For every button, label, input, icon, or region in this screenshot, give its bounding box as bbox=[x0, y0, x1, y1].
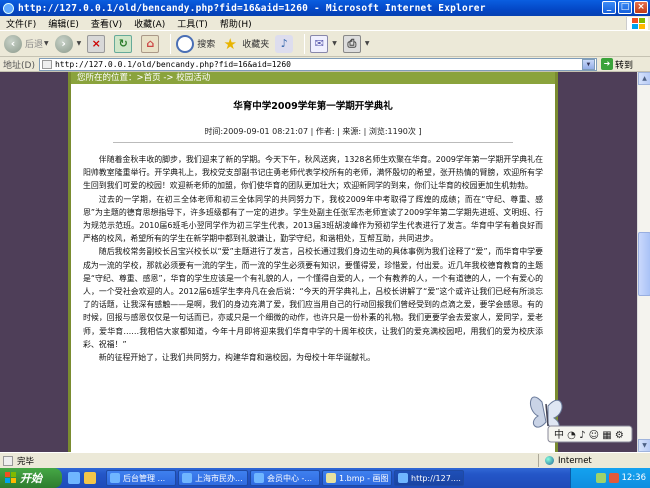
vertical-scrollbar[interactable]: ▲ ▼ bbox=[637, 72, 650, 452]
minimize-button[interactable]: _ bbox=[602, 1, 616, 14]
close-button[interactable]: × bbox=[634, 1, 648, 14]
back-arrow-icon: ‹ bbox=[4, 34, 22, 53]
breadcrumb: 您所在的位置：>首页 -> 校园活动 bbox=[71, 72, 555, 84]
task-paint[interactable]: 1.bmp - 画图 bbox=[322, 470, 392, 486]
forward-button[interactable]: › ▼ bbox=[54, 33, 82, 55]
windows-flag-icon bbox=[626, 17, 648, 30]
media-icon: ♪ bbox=[275, 34, 294, 53]
menu-bar: 文件(F) 编辑(E) 查看(V) 收藏(A) 工具(T) 帮助(H) bbox=[0, 16, 650, 31]
search-button[interactable]: 搜索 bbox=[176, 33, 215, 55]
page-icon bbox=[41, 59, 52, 69]
article-body: 伴随着金秋丰收的脚步，我们迎来了新的学期。今天下午，秋风送爽，1328名师生欢聚… bbox=[83, 153, 543, 364]
print-dropdown-icon[interactable]: ▼ bbox=[365, 40, 370, 47]
search-icon bbox=[176, 34, 195, 53]
article-paragraph: 伴随着金秋丰收的脚步，我们迎来了新的学期。今天下午，秋风送爽，1328名师生欢聚… bbox=[83, 155, 543, 191]
taskbar: 开始 后台管理 ... 上海市民办... 会员中心 -... 1.bmp - 画… bbox=[0, 468, 650, 488]
menu-view[interactable]: 查看(V) bbox=[85, 17, 128, 30]
globe-icon bbox=[545, 456, 554, 465]
quick-launch bbox=[68, 472, 100, 484]
scroll-up-icon[interactable]: ▲ bbox=[638, 72, 650, 85]
content-column: 您所在的位置：>首页 -> 校园活动 华育中学2009学年第一学期开学典礼 时间… bbox=[68, 72, 558, 452]
print-button[interactable]: ⎙ ▼ bbox=[342, 33, 370, 55]
task-list: 后台管理 ... 上海市民办... 会员中心 -... 1.bmp - 画图 h… bbox=[106, 470, 466, 486]
menu-tools[interactable]: 工具(T) bbox=[171, 17, 214, 30]
go-button[interactable]: ➜ 转到 bbox=[600, 58, 633, 71]
printer-icon: ⎙ bbox=[342, 34, 361, 53]
article-paragraph: 过去的一学期，在初三全体老师和初三全体同学的共同努力下，我校2009年中考取得了… bbox=[83, 194, 543, 244]
svg-text:中 ◔ ♪ ☺ ▦ ⚙: 中 ◔ ♪ ☺ ▦ ⚙ bbox=[554, 428, 624, 441]
stop-button[interactable]: × bbox=[87, 33, 108, 55]
forward-arrow-icon: › bbox=[54, 34, 73, 53]
clock: 12:36 bbox=[621, 473, 647, 483]
home-button[interactable]: ⌂ bbox=[141, 33, 162, 55]
ie-icon bbox=[110, 473, 120, 483]
status-bar: 完毕 Internet bbox=[0, 452, 650, 468]
page-viewport: 您所在的位置：>首页 -> 校园活动 华育中学2009学年第一学期开学典礼 时间… bbox=[0, 72, 650, 452]
start-button[interactable]: 开始 bbox=[0, 468, 62, 488]
toolbar: ‹ 后退 ▼ › ▼ × ↻ ⌂ 搜索 ★ 收藏夹 ♪ ✉ ▼ ⎙ ▼ bbox=[0, 31, 650, 57]
back-button[interactable]: ‹ 后退 ▼ bbox=[4, 33, 49, 55]
ie-icon bbox=[182, 473, 192, 483]
favorites-button[interactable]: ★ 收藏夹 bbox=[221, 33, 270, 55]
task-member-center[interactable]: 会员中心 -... bbox=[250, 470, 320, 486]
article-paragraph: 随后我校常务副校长吕宝兴校长以“爱”主题进行了发言，吕校长通过我们身边生动的具体… bbox=[83, 247, 543, 349]
address-url[interactable]: http://127.0.0.1/old/bencandy.php?fid=16… bbox=[55, 60, 582, 69]
favorites-star-icon: ★ bbox=[223, 34, 237, 53]
stop-icon: × bbox=[87, 34, 106, 53]
mail-dropdown-icon[interactable]: ▼ bbox=[332, 40, 337, 47]
security-zone: Internet bbox=[538, 454, 650, 467]
title-bar: http://127.0.0.1/old/bencandy.php?fid=16… bbox=[0, 0, 650, 16]
status-page-icon bbox=[3, 455, 13, 466]
address-label: 地址(D) bbox=[3, 60, 35, 71]
maximize-button[interactable]: □ bbox=[618, 1, 632, 14]
ie-icon bbox=[3, 2, 14, 14]
media-button[interactable]: ♪ bbox=[275, 33, 296, 55]
folder-quicklaunch-icon[interactable] bbox=[84, 472, 96, 484]
task-school-site[interactable]: 上海市民办... bbox=[178, 470, 248, 486]
mail-button[interactable]: ✉ ▼ bbox=[310, 33, 337, 55]
ie-quicklaunch-icon[interactable] bbox=[68, 472, 80, 484]
toolbar-separator bbox=[170, 33, 172, 54]
task-admin[interactable]: 后台管理 ... bbox=[106, 470, 176, 486]
status-text: 完毕 bbox=[17, 456, 35, 467]
window-title: http://127.0.0.1/old/bencandy.php?fid=16… bbox=[18, 2, 486, 14]
address-input[interactable]: http://127.0.0.1/old/bencandy.php?fid=16… bbox=[38, 57, 597, 71]
system-tray: 12:36 bbox=[570, 468, 650, 488]
paint-icon bbox=[326, 473, 336, 483]
tray-antivirus-icon[interactable] bbox=[608, 473, 619, 483]
forward-dropdown-icon[interactable]: ▼ bbox=[77, 40, 82, 47]
toolbar-separator bbox=[304, 33, 306, 54]
article: 华育中学2009学年第一学期开学典礼 时间:2009-09-01 08:21:0… bbox=[71, 84, 555, 364]
menu-file[interactable]: 文件(F) bbox=[0, 17, 42, 30]
go-arrow-icon: ➜ bbox=[600, 58, 613, 70]
tray-network-icon[interactable] bbox=[595, 473, 606, 483]
menu-edit[interactable]: 编辑(E) bbox=[42, 17, 85, 30]
scroll-down-icon[interactable]: ▼ bbox=[638, 439, 650, 452]
refresh-icon: ↻ bbox=[114, 34, 133, 53]
article-title: 华育中学2009学年第一学期开学典礼 bbox=[233, 101, 393, 112]
scroll-thumb[interactable] bbox=[638, 232, 650, 296]
menu-favorites[interactable]: 收藏(A) bbox=[128, 17, 171, 30]
windows-logo-icon bbox=[5, 472, 17, 484]
task-current-ie[interactable]: http://127.... bbox=[394, 470, 464, 486]
home-icon: ⌂ bbox=[141, 34, 160, 53]
menu-help[interactable]: 帮助(H) bbox=[214, 17, 258, 30]
meta-divider bbox=[113, 142, 513, 143]
ie-icon bbox=[398, 473, 408, 483]
address-bar: 地址(D) http://127.0.0.1/old/bencandy.php?… bbox=[0, 57, 650, 72]
article-meta: 时间:2009-09-01 08:21:07 | 作者: | 来源: | 浏览:… bbox=[83, 126, 543, 143]
mail-icon: ✉ bbox=[310, 34, 329, 53]
article-paragraph: 新的征程开始了，让我们共同努力，构建华育和谐校园，为母校十年华诞献礼。 bbox=[98, 353, 375, 363]
refresh-button[interactable]: ↻ bbox=[114, 33, 135, 55]
address-dropdown-icon[interactable]: ▼ bbox=[581, 58, 595, 70]
butterfly-decoration-icon: 中 ◔ ♪ ☺ ▦ ⚙ bbox=[530, 396, 633, 443]
ie-icon bbox=[254, 473, 264, 483]
back-dropdown-icon[interactable]: ▼ bbox=[44, 40, 49, 47]
